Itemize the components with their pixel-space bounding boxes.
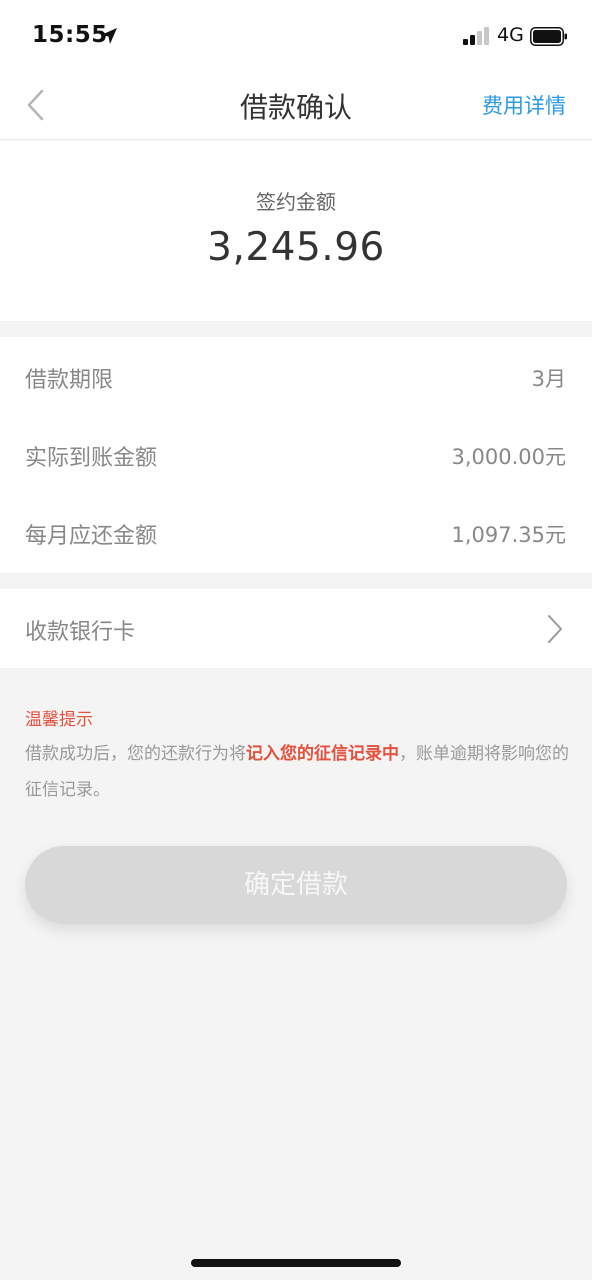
tips-title: 温馨提示	[25, 710, 93, 730]
confirm-loan-button[interactable]: 确定借款	[25, 846, 567, 924]
contract-amount-label: 签约金额	[256, 190, 336, 214]
bank-card-label: 收款银行卡	[25, 620, 136, 645]
loan-confirm-screen: 15:55 4G 借款确认 费用详情 签约金额 3,245.96 借款期限 3月…	[0, 0, 592, 1280]
bank-card-row[interactable]: 收款银行卡	[0, 589, 592, 668]
nav-bar: 借款确认 费用详情	[0, 70, 592, 140]
detail-row-term: 借款期限 3月	[0, 337, 592, 415]
contract-amount-value: 3,245.96	[207, 225, 385, 270]
detail-row-monthly: 每月应还金额 1,097.35元	[0, 493, 592, 571]
term-value: 3月	[531, 367, 566, 391]
term-label: 借款期限	[25, 368, 114, 393]
monthly-payment-value: 1,097.35元	[451, 523, 566, 547]
status-bar: 15:55 4G	[0, 0, 592, 70]
cellular-signal-icon	[463, 27, 491, 45]
home-indicator	[191, 1259, 401, 1267]
network-type: 4G	[497, 24, 524, 46]
fee-details-link[interactable]: 费用详情	[482, 90, 566, 120]
received-amount-label: 实际到账金额	[25, 446, 158, 471]
contract-amount-card: 签约金额 3,245.96	[0, 141, 592, 321]
loan-details-card: 借款期限 3月 实际到账金额 3,000.00元 每月应还金额 1,097.35…	[0, 337, 592, 573]
tips-text-highlight: 记入您的征信记录中	[246, 744, 399, 764]
battery-icon	[530, 27, 567, 46]
detail-row-received: 实际到账金额 3,000.00元	[0, 415, 592, 493]
location-arrow-icon	[101, 28, 117, 44]
tips-text-before: 借款成功后，您的还款行为将	[25, 744, 246, 764]
received-amount-value: 3,000.00元	[451, 445, 566, 469]
monthly-payment-label: 每月应还金额	[25, 524, 158, 549]
tips-text: 借款成功后，您的还款行为将记入您的征信记录中，账单逾期将影响您的征信记录。	[25, 736, 570, 808]
status-time: 15:55	[32, 22, 108, 48]
chevron-right-icon	[548, 615, 562, 643]
